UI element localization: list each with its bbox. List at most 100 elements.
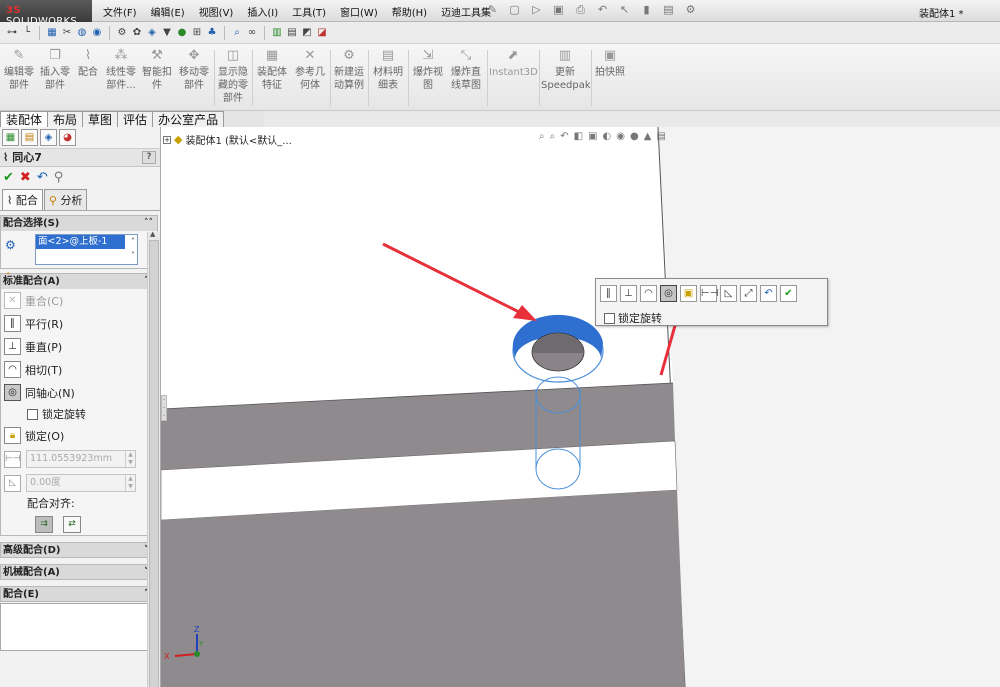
globe-icon[interactable]: ◍ — [76, 27, 88, 39]
angle-field[interactable]: 0.00度 ▲ ▼ — [26, 474, 136, 492]
new-motion-study-button[interactable]: ⚙ 新建运 动算例 — [332, 48, 366, 92]
help-button[interactable]: ? — [142, 151, 156, 164]
reference-geometry-button[interactable]: ✕ 参考几 何体 — [293, 48, 327, 92]
tangent-icon[interactable]: ◠ — [640, 285, 657, 302]
plugin-icon[interactable]: ◈ — [146, 27, 158, 39]
context-lock-rotation[interactable]: 锁定旋转 — [604, 310, 662, 326]
menu-help[interactable]: 帮助(H) — [385, 4, 434, 19]
display-style-icon[interactable]: ◐ — [603, 131, 612, 142]
bill-of-materials-button[interactable]: ▤ 材料明 细表 — [371, 48, 405, 92]
edit-appearance-icon[interactable]: ● — [630, 131, 639, 142]
mate-selection-list[interactable]: 面<2>@上板-1 ˄ ˅ — [35, 234, 138, 265]
pin-icon[interactable]: ✎ — [486, 3, 499, 17]
settings-small-icon[interactable]: ✿ — [131, 27, 143, 39]
tree-icon[interactable]: ♣ — [206, 27, 218, 39]
mate-concentric[interactable]: ◎ 同轴心(N) — [1, 381, 157, 404]
lock-icon[interactable]: ▣ — [680, 285, 697, 302]
rebuild-small-icon[interactable]: ◉ — [91, 27, 103, 39]
undo-icon[interactable]: ↶ — [760, 285, 777, 302]
exploded-view-button[interactable]: ⇲ 爆炸视 图 — [411, 48, 445, 92]
scrollbar-thumb[interactable] — [149, 240, 159, 687]
tree-root-label[interactable]: 装配体1 (默认<默认_... — [185, 132, 291, 147]
select-icon[interactable]: ↖ — [618, 3, 631, 17]
funnel-icon[interactable]: ▼ — [161, 27, 173, 39]
section-view-icon[interactable]: ◧ — [574, 131, 583, 142]
cancel-button[interactable]: ✖ — [20, 170, 31, 185]
advanced-mates-header[interactable]: 高级配合(D)˅˅ — [0, 542, 158, 558]
location-icon[interactable]: ● — [176, 27, 188, 39]
options-icon[interactable]: ▤ — [662, 3, 675, 17]
zoom-area-icon[interactable]: ⌕ — [550, 131, 556, 142]
panel-splitter-handle[interactable]: · · · — [161, 395, 167, 421]
search-icon[interactable]: ⌕ — [231, 27, 243, 39]
display-manager-icon[interactable]: ◕ — [59, 129, 76, 146]
anti-aligned-button[interactable]: ⇄ — [63, 515, 81, 533]
feature-tree-flyout[interactable]: + ◆ 装配体1 (默认<默认_... — [163, 132, 292, 147]
mate-lock[interactable]: 🔒︎ 锁定(O) — [1, 424, 157, 447]
previous-view-icon[interactable]: ↶ — [560, 131, 568, 142]
menu-tools[interactable]: 工具(T) — [285, 4, 333, 19]
selected-entity[interactable]: 面<2>@上板-1 — [36, 235, 125, 249]
panel-scrollbar[interactable]: ▲ — [147, 230, 160, 687]
tab-layout[interactable]: 布局 — [47, 111, 84, 127]
mates-list[interactable] — [0, 603, 158, 651]
save-icon[interactable]: ▣ — [552, 3, 565, 17]
menu-file[interactable]: 文件(F) — [96, 4, 144, 19]
feature-tree-icon[interactable]: ▦ — [2, 129, 19, 146]
instant3d-button[interactable]: ⬈ Instant3D — [489, 48, 538, 79]
lock-rotation-checkbox[interactable] — [604, 312, 615, 324]
bottom-plate[interactable] — [161, 490, 685, 687]
table-icon[interactable]: ▥ — [271, 27, 283, 39]
tab-analysis[interactable]: ⚲ 分析 — [43, 189, 88, 210]
aligned-button[interactable]: ⇉ — [35, 515, 53, 533]
check-icon[interactable]: ✔ — [780, 285, 797, 302]
property-manager-icon[interactable]: ▤ — [21, 129, 38, 146]
concentric-icon[interactable]: ◎ — [660, 285, 677, 302]
move-component-button[interactable]: ✥ 移动零 部件 — [177, 48, 211, 92]
mate-parallel[interactable]: ∥ 平行(R) — [1, 312, 157, 335]
update-speedpak-button[interactable]: ▥ 更新 Speedpak — [541, 48, 591, 92]
ok-button[interactable]: ✔ — [3, 170, 14, 185]
configuration-manager-icon[interactable]: ◈ — [40, 129, 57, 146]
list-scroll-icon[interactable]: ˄ ˅ — [131, 235, 135, 263]
mechanical-mates-header[interactable]: 机械配合(A)˅˅ — [0, 564, 158, 580]
distance-spinner[interactable]: ▲ ▼ — [125, 451, 135, 467]
edit-component-button[interactable]: ✎ 编辑零 部件 — [3, 48, 35, 92]
menu-edit[interactable]: 编辑(E) — [144, 4, 192, 19]
tab-sketch[interactable]: 草图 — [82, 111, 119, 127]
gear-icon[interactable]: ⚙ — [116, 27, 128, 39]
mate-button[interactable]: ⌇ 配合 — [74, 48, 102, 79]
standard-mates-header[interactable]: 标准配合(A)˄˄ — [1, 274, 157, 289]
tool-icon[interactable]: ⊶ — [6, 27, 18, 39]
settings-icon[interactable]: ⚙ — [684, 3, 697, 17]
model-view[interactable] — [161, 127, 1000, 687]
tab-assembly[interactable]: 装配体 — [0, 111, 49, 127]
menu-window[interactable]: 窗口(W) — [333, 4, 385, 19]
chart-icon[interactable]: ▤ — [286, 27, 298, 39]
insert-component-button[interactable]: ❐ 插入零 部件 — [38, 48, 72, 92]
perpendicular-icon[interactable]: ⊥ — [620, 285, 637, 302]
linear-pattern-button[interactable]: ⁂ 线性零 部件... — [104, 48, 138, 92]
lock-rotation-checkbox[interactable] — [27, 408, 38, 420]
distance-icon[interactable]: ⊢⊣ — [700, 285, 718, 302]
tab-evaluate[interactable]: 评估 — [117, 111, 154, 127]
mate-tangent[interactable]: ◠ 相切(T) — [1, 358, 157, 381]
mate-coincident[interactable]: ✕ 重合(C) — [1, 289, 157, 312]
scene-icon[interactable]: ▲ — [644, 131, 652, 142]
take-snapshot-button[interactable]: ▣ 拍快照 — [593, 48, 627, 79]
mates-header[interactable]: 配合(E)˄˄ — [0, 586, 158, 602]
lock-rotation-option[interactable]: 锁定旋转 — [1, 404, 157, 424]
print-icon[interactable]: ⎙ — [574, 3, 587, 17]
zoom-to-fit-icon[interactable]: ⌕ — [539, 131, 545, 142]
tab-office-products[interactable]: 办公室产品 — [152, 111, 225, 127]
library-icon[interactable]: ◩ — [301, 27, 313, 39]
smart-fasteners-button[interactable]: ⚒ 智能扣 件 — [140, 48, 174, 92]
cut-icon[interactable]: ✂ — [61, 27, 73, 39]
assembly-features-button[interactable]: ▦ 装配体 特征 — [255, 48, 289, 92]
pushpin-button[interactable]: ⚲ — [54, 170, 64, 185]
view-settings-icon[interactable]: ▤ — [656, 131, 665, 142]
binoculars-icon[interactable]: ∞ — [246, 27, 258, 39]
new-document-icon[interactable]: ▢ — [508, 3, 521, 17]
sketch-icon[interactable]: └ — [21, 27, 33, 39]
show-hidden-components-button[interactable]: ◫ 显示隐 藏的零 部件 — [216, 48, 250, 105]
